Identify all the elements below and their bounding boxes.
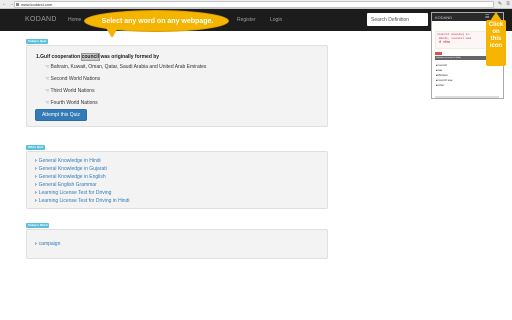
list-item[interactable]: › General Knowledge in English: [35, 174, 106, 180]
back-icon[interactable]: ←: [2, 1, 7, 8]
search-placeholder: Search Definition: [371, 17, 410, 23]
popup-badge: [435, 52, 442, 55]
list-item[interactable]: › General Knowledge in Hindi: [35, 158, 101, 164]
todays-word-tag: Today's Word: [26, 223, 50, 228]
quiz-option[interactable]: ☜Bahrain, Kuwait, Oman, Qatar, Saudi Ara…: [45, 64, 206, 70]
selected-word[interactable]: council: [80, 53, 101, 61]
quiz-option[interactable]: ☜Third World Nations: [45, 88, 95, 94]
nav-login[interactable]: Login: [270, 17, 282, 23]
popup-list-item[interactable]: ▸sae: [436, 68, 442, 72]
pointing-hand-icon: ☜: [45, 100, 50, 106]
todays-word-link[interactable]: › campaign: [35, 241, 60, 247]
popup-list-item[interactable]: ▸Minister: [436, 73, 448, 77]
attempt-quiz-button[interactable]: Attempt this Quiz: [35, 109, 87, 121]
url-text: www.kodand.com: [21, 2, 53, 7]
popup-list-item[interactable]: ▸council sae: [436, 78, 453, 82]
page-icon: [16, 3, 19, 6]
chevron-right-icon: ›: [35, 158, 37, 164]
list-item[interactable]: › General English Grammar: [35, 182, 97, 188]
popup-footer: [435, 96, 499, 98]
chevron-right-icon: ›: [35, 166, 37, 172]
chevron-right-icon: ›: [35, 174, 37, 180]
browser-toolbar: ← → www.kodand.com ✎ ≡: [0, 0, 512, 9]
nav-register[interactable]: Register: [237, 17, 256, 23]
quiz-question: 1.Gulf cooperation council was originall…: [36, 53, 160, 61]
chevron-right-icon: ›: [35, 198, 37, 204]
callout-tail: [106, 28, 118, 38]
pointing-hand-icon: ☜: [45, 88, 50, 94]
other-quiz-card: › General Knowledge in Hindi › General Kno…: [26, 151, 328, 209]
chevron-right-icon: ›: [35, 241, 37, 247]
quiz-option[interactable]: ☜Fourth World Nations: [45, 100, 98, 106]
list-item[interactable]: › General Knowledge in Gujarati: [35, 166, 107, 172]
todays-word-card: › campaign: [26, 229, 328, 259]
chevron-right-icon: ›: [35, 182, 37, 188]
pointing-hand-icon: ☜: [45, 76, 50, 82]
click-icon-callout-text: Click on this icon: [488, 22, 504, 49]
pointing-hand-icon: ☜: [45, 64, 50, 70]
quiz-card: 1.Gulf cooperation council was originall…: [26, 45, 328, 127]
nav-home[interactable]: Home: [68, 17, 81, 23]
todays-quiz-tag: Today's Quiz: [26, 39, 49, 44]
site-brand[interactable]: KODAND: [25, 16, 57, 23]
list-item[interactable]: › Learning License Test for Driving: [35, 190, 111, 196]
chevron-right-icon: ›: [35, 190, 37, 196]
callout-text: Select any word on any webpage.: [101, 18, 214, 25]
other-quiz-tag: Other Quiz: [26, 145, 46, 150]
popup-title: KODAND: [435, 15, 453, 20]
address-bar[interactable]: www.kodand.com: [14, 1, 494, 8]
browser-menu-icon[interactable]: ≡: [505, 1, 511, 8]
kodand-extension-icon[interactable]: ✎: [497, 1, 503, 8]
quiz-option[interactable]: ☜Second World Nations: [45, 76, 100, 82]
popup-list-item[interactable]: ▸council: [436, 63, 447, 67]
list-item[interactable]: › Learning License Test for Driving in Hi…: [35, 198, 129, 204]
search-input[interactable]: Search Definition: [367, 13, 428, 26]
popup-list-item[interactable]: ▸other: [436, 83, 444, 87]
browser-nav-buttons: ← →: [2, 1, 14, 8]
